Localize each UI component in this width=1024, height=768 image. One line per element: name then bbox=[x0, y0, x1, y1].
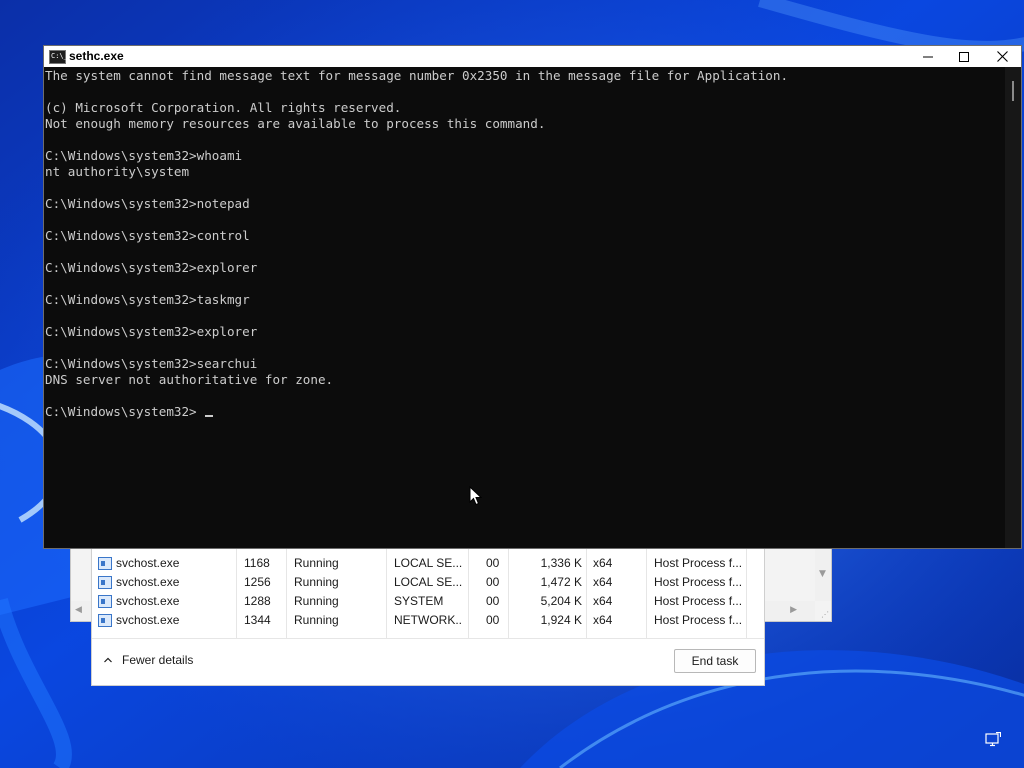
console-output[interactable]: The system cannot find message text for … bbox=[44, 67, 1005, 548]
console-line: C:\Windows\system32>whoami bbox=[45, 148, 243, 163]
console-line: C:\Windows\system32> bbox=[45, 404, 197, 419]
process-status: Running bbox=[294, 594, 339, 608]
process-status: Running bbox=[294, 556, 339, 570]
process-description: Host Process f... bbox=[654, 594, 743, 608]
process-icon bbox=[98, 576, 112, 589]
process-architecture: x64 bbox=[593, 575, 613, 589]
window-title: sethc.exe bbox=[69, 49, 124, 63]
scroll-left-arrow-icon[interactable]: ◀ bbox=[75, 605, 82, 615]
process-description: Host Process f... bbox=[654, 613, 743, 627]
table-row[interactable]: svchost.exe 1256 Running LOCAL SE... 00 1,472… bbox=[92, 573, 764, 592]
process-user: LOCAL SE... bbox=[394, 556, 462, 570]
process-pid: 1344 bbox=[244, 613, 271, 627]
console-app-icon: C:\_ bbox=[49, 50, 68, 64]
process-architecture: x64 bbox=[593, 613, 613, 627]
process-session: 00 bbox=[486, 556, 500, 570]
process-pid: 1256 bbox=[244, 575, 271, 589]
vertical-scrollbar[interactable]: ▼ bbox=[815, 541, 831, 601]
scroll-down-arrow-icon[interactable]: ▼ bbox=[819, 569, 826, 579]
process-session: 00 bbox=[486, 594, 500, 608]
console-line: DNS server not authoritative for zone. bbox=[45, 372, 334, 387]
scrollbar-thumb[interactable] bbox=[1012, 81, 1014, 101]
console-line: C:\Windows\system32>searchui bbox=[45, 356, 258, 371]
close-button[interactable] bbox=[984, 46, 1020, 67]
console-line: C:\Windows\system32>explorer bbox=[45, 324, 258, 339]
maximize-icon bbox=[959, 51, 969, 62]
console-app-icon-text: C:\_ bbox=[51, 52, 68, 60]
console-window: C:\_ sethc.exe The system cannot find me… bbox=[43, 45, 1022, 549]
table-row[interactable]: svchost.exe 1344 Running NETWORK... 00 1,924 … bbox=[92, 611, 764, 630]
scroll-right-arrow-icon[interactable]: ▶ bbox=[790, 605, 797, 615]
process-name: svchost.exe bbox=[116, 575, 180, 589]
console-line: (c) Microsoft Corporation. All rights re… bbox=[45, 100, 402, 115]
task-manager-window: svchost.exe 1168 Running LOCAL SE... 00 1,336… bbox=[91, 540, 765, 686]
process-memory: 5,204 K bbox=[540, 594, 582, 608]
console-line: C:\Windows\system32>explorer bbox=[45, 260, 258, 275]
fewer-details-label: Fewer details bbox=[122, 653, 194, 667]
process-session: 00 bbox=[486, 575, 500, 589]
minimize-button[interactable] bbox=[910, 46, 946, 67]
process-name: svchost.exe bbox=[116, 613, 180, 627]
console-line: The system cannot find message text for … bbox=[45, 68, 789, 83]
process-icon bbox=[98, 614, 112, 627]
resize-grip-icon[interactable]: ⋰ bbox=[821, 610, 829, 619]
process-session: 00 bbox=[486, 613, 500, 627]
mouse-pointer-icon bbox=[469, 486, 483, 506]
console-line: C:\Windows\system32>taskmgr bbox=[45, 292, 250, 307]
process-memory: 1,472 K bbox=[540, 575, 582, 589]
process-status: Running bbox=[294, 575, 339, 589]
remote-desktop-icon[interactable] bbox=[985, 732, 1001, 747]
task-manager-footer: Fewer details End task bbox=[92, 638, 764, 685]
close-icon bbox=[996, 51, 1008, 62]
process-user: NETWORK... bbox=[394, 613, 462, 627]
chevron-up-icon bbox=[104, 657, 112, 663]
process-architecture: x64 bbox=[593, 556, 613, 570]
process-architecture: x64 bbox=[593, 594, 613, 608]
minimize-icon bbox=[923, 56, 933, 57]
end-task-button[interactable]: End task bbox=[674, 649, 756, 673]
process-name: svchost.exe bbox=[116, 594, 180, 608]
process-table: svchost.exe 1168 Running LOCAL SE... 00 1,336… bbox=[92, 541, 764, 638]
console-line: C:\Windows\system32>notepad bbox=[45, 196, 250, 211]
console-scrollbar[interactable] bbox=[1005, 67, 1021, 548]
process-status: Running bbox=[294, 613, 339, 627]
process-user: SYSTEM bbox=[394, 594, 444, 608]
console-line: nt authority\system bbox=[45, 164, 190, 179]
console-line: Not enough memory resources are availabl… bbox=[45, 116, 546, 131]
process-pid: 1288 bbox=[244, 594, 271, 608]
text-cursor bbox=[205, 415, 213, 417]
process-name: svchost.exe bbox=[116, 556, 180, 570]
process-memory: 1,336 K bbox=[540, 556, 582, 570]
table-row[interactable]: svchost.exe 1168 Running LOCAL SE... 00 1,336… bbox=[92, 554, 764, 573]
console-titlebar[interactable]: C:\_ sethc.exe bbox=[44, 46, 1021, 67]
process-memory: 1,924 K bbox=[540, 613, 582, 627]
table-row[interactable]: svchost.exe 1288 Running SYSTEM 00 5,204 K x64… bbox=[92, 592, 764, 611]
process-icon bbox=[98, 595, 112, 608]
process-description: Host Process f... bbox=[654, 556, 743, 570]
maximize-button[interactable] bbox=[946, 46, 982, 67]
fewer-details-button[interactable]: Fewer details bbox=[104, 653, 193, 667]
console-line: C:\Windows\system32>control bbox=[45, 228, 250, 243]
process-user: LOCAL SE... bbox=[394, 575, 462, 589]
process-description: Host Process f... bbox=[654, 575, 743, 589]
process-pid: 1168 bbox=[244, 556, 270, 570]
process-icon bbox=[98, 557, 112, 570]
